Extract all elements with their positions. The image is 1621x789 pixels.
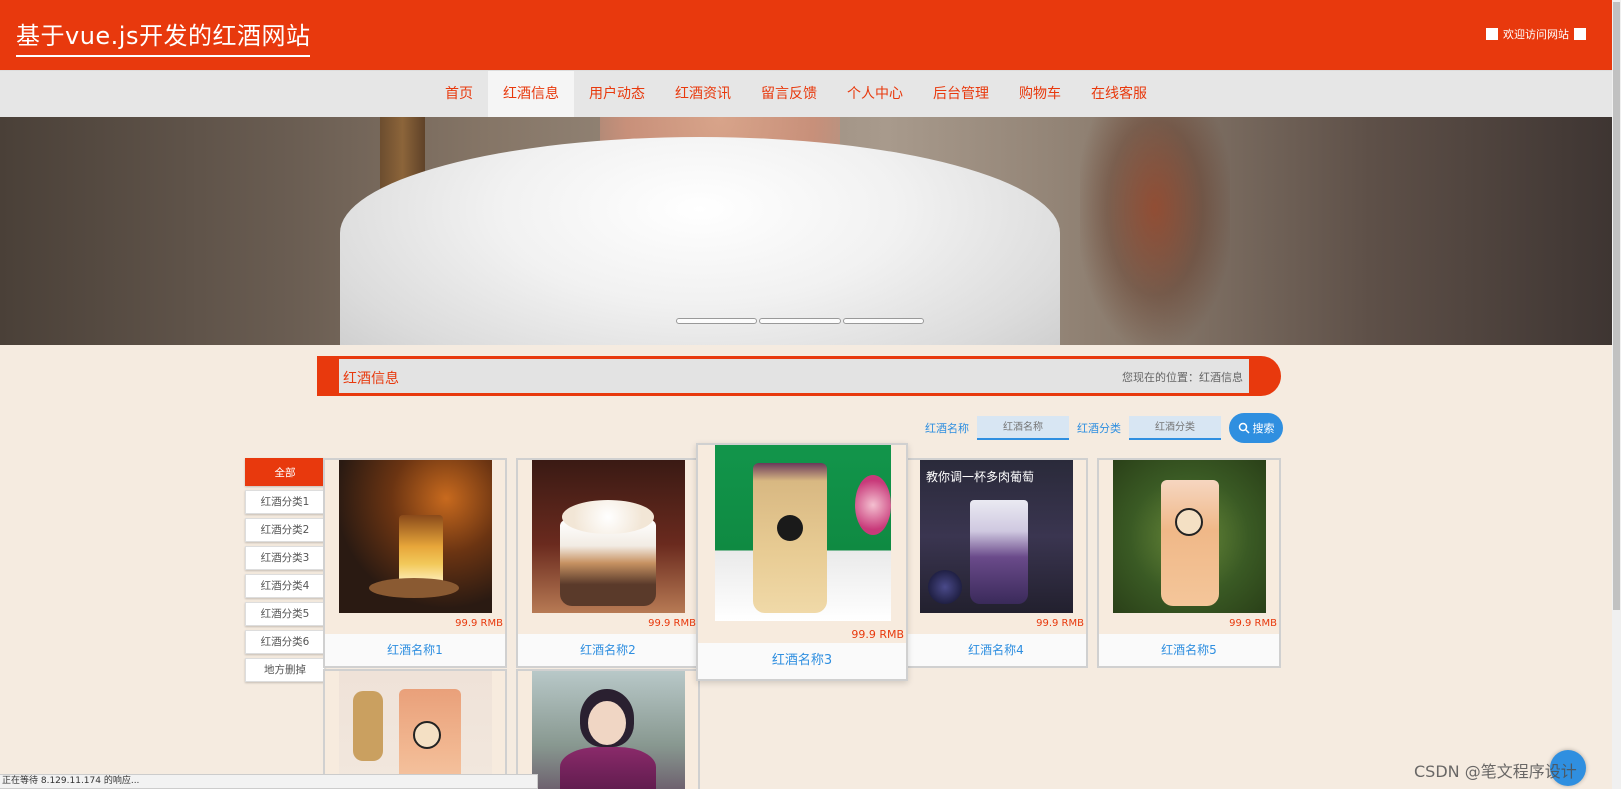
carousel-dot[interactable] bbox=[759, 318, 841, 324]
nav-item-user-posts[interactable]: 用户动态 bbox=[574, 71, 660, 118]
product-card[interactable]: 99.9 RMB 红酒名称3 bbox=[696, 443, 908, 681]
product-image bbox=[339, 460, 492, 613]
product-card[interactable]: 99.9 RMB 红酒名称5 bbox=[1097, 458, 1281, 668]
carousel-indicators bbox=[676, 318, 924, 326]
category-item[interactable]: 红酒分类2 bbox=[245, 518, 325, 542]
welcome-text: 欢迎访问网站 bbox=[1503, 28, 1569, 41]
nav-item-profile[interactable]: 个人中心 bbox=[832, 71, 918, 118]
category-item[interactable]: 红酒分类3 bbox=[245, 546, 325, 570]
category-item[interactable]: 地方删掉 bbox=[245, 658, 325, 682]
carousel-dot[interactable] bbox=[676, 318, 758, 324]
nav-item-wine-news[interactable]: 红酒资讯 bbox=[660, 71, 746, 118]
category-label: 红酒分类 bbox=[1077, 422, 1121, 435]
site-header: 基于vue.js开发的红酒网站 欢迎访问网站 bbox=[0, 0, 1612, 70]
nav-item-home[interactable]: 首页 bbox=[430, 71, 488, 118]
search-button[interactable]: 搜索 bbox=[1229, 413, 1283, 443]
category-item[interactable]: 红酒分类6 bbox=[245, 630, 325, 654]
category-item[interactable]: 红酒分类1 bbox=[245, 490, 325, 514]
product-name[interactable]: 红酒名称2 bbox=[518, 634, 698, 666]
product-image bbox=[1113, 460, 1266, 613]
nav-item-admin[interactable]: 后台管理 bbox=[918, 71, 1004, 118]
product-price: 99.9 RMB bbox=[1036, 618, 1084, 629]
search-bar: 红酒名称 红酒分类 搜索 bbox=[925, 413, 1283, 443]
name-label: 红酒名称 bbox=[925, 422, 969, 435]
title-bar-background bbox=[339, 359, 1249, 393]
category-item[interactable]: 红酒分类5 bbox=[245, 602, 325, 626]
nav-items: 首页 红酒信息 用户动态 红酒资讯 留言反馈 个人中心 后台管理 购物车 在线客… bbox=[430, 71, 1162, 118]
product-name[interactable]: 红酒名称5 bbox=[1099, 634, 1279, 666]
browser-status-bar: 正在等待 8.129.11.174 的响应... bbox=[0, 774, 538, 789]
square-icon bbox=[1486, 28, 1498, 40]
nav-item-feedback[interactable]: 留言反馈 bbox=[746, 71, 832, 118]
nav-item-wine-info[interactable]: 红酒信息 bbox=[488, 71, 574, 118]
product-name[interactable]: 红酒名称1 bbox=[325, 634, 505, 666]
carousel-dot[interactable] bbox=[842, 318, 924, 324]
square-icon bbox=[1574, 28, 1586, 40]
banner-carousel[interactable] bbox=[0, 117, 1612, 345]
category-sidebar: 全部 红酒分类1 红酒分类2 红酒分类3 红酒分类4 红酒分类5 红酒分类6 地… bbox=[245, 458, 325, 686]
product-price: 99.9 RMB bbox=[648, 618, 696, 629]
product-name[interactable]: 红酒名称4 bbox=[906, 634, 1086, 666]
product-image: 教你调一杯多肉葡萄 bbox=[920, 460, 1073, 613]
search-button-label: 搜索 bbox=[1252, 422, 1275, 435]
product-image bbox=[339, 671, 492, 789]
section-title: 红酒信息 bbox=[343, 371, 399, 387]
section-title-bar: 红酒信息 您现在的位置：红酒信息 bbox=[317, 356, 1281, 396]
category-item[interactable]: 红酒分类4 bbox=[245, 574, 325, 598]
product-card[interactable] bbox=[516, 669, 700, 789]
product-name[interactable]: 红酒名称3 bbox=[698, 643, 906, 679]
category-search-input[interactable] bbox=[1129, 416, 1221, 440]
product-price: 99.9 RMB bbox=[851, 628, 904, 641]
product-card[interactable]: 教你调一杯多肉葡萄 99.9 RMB 红酒名称4 bbox=[904, 458, 1088, 668]
banner-image bbox=[1080, 117, 1230, 345]
main-nav: 首页 红酒信息 用户动态 红酒资讯 留言反馈 个人中心 后台管理 购物车 在线客… bbox=[0, 70, 1612, 118]
product-image bbox=[532, 460, 685, 613]
name-search-input[interactable] bbox=[977, 416, 1069, 440]
page-scrollbar[interactable] bbox=[1612, 0, 1621, 789]
product-image bbox=[532, 671, 685, 789]
welcome-area: 欢迎访问网站 bbox=[1486, 26, 1586, 42]
search-icon bbox=[1238, 422, 1250, 434]
product-image bbox=[715, 445, 891, 621]
product-price: 99.9 RMB bbox=[455, 618, 503, 629]
banner-image bbox=[340, 137, 1060, 345]
site-title[interactable]: 基于vue.js开发的红酒网站 bbox=[16, 16, 311, 57]
product-card[interactable]: 99.9 RMB 红酒名称2 bbox=[516, 458, 700, 668]
breadcrumb: 您现在的位置：红酒信息 bbox=[1122, 371, 1243, 384]
watermark: CSDN @笔文程序设计 bbox=[1414, 762, 1577, 781]
nav-item-cart[interactable]: 购物车 bbox=[1004, 71, 1076, 118]
category-all[interactable]: 全部 bbox=[245, 458, 325, 486]
product-price: 99.9 RMB bbox=[1229, 618, 1277, 629]
nav-item-support[interactable]: 在线客服 bbox=[1076, 71, 1162, 118]
product-card[interactable] bbox=[323, 669, 507, 789]
scrollbar-thumb[interactable] bbox=[1613, 2, 1620, 610]
product-card[interactable]: 99.9 RMB 红酒名称1 bbox=[323, 458, 507, 668]
